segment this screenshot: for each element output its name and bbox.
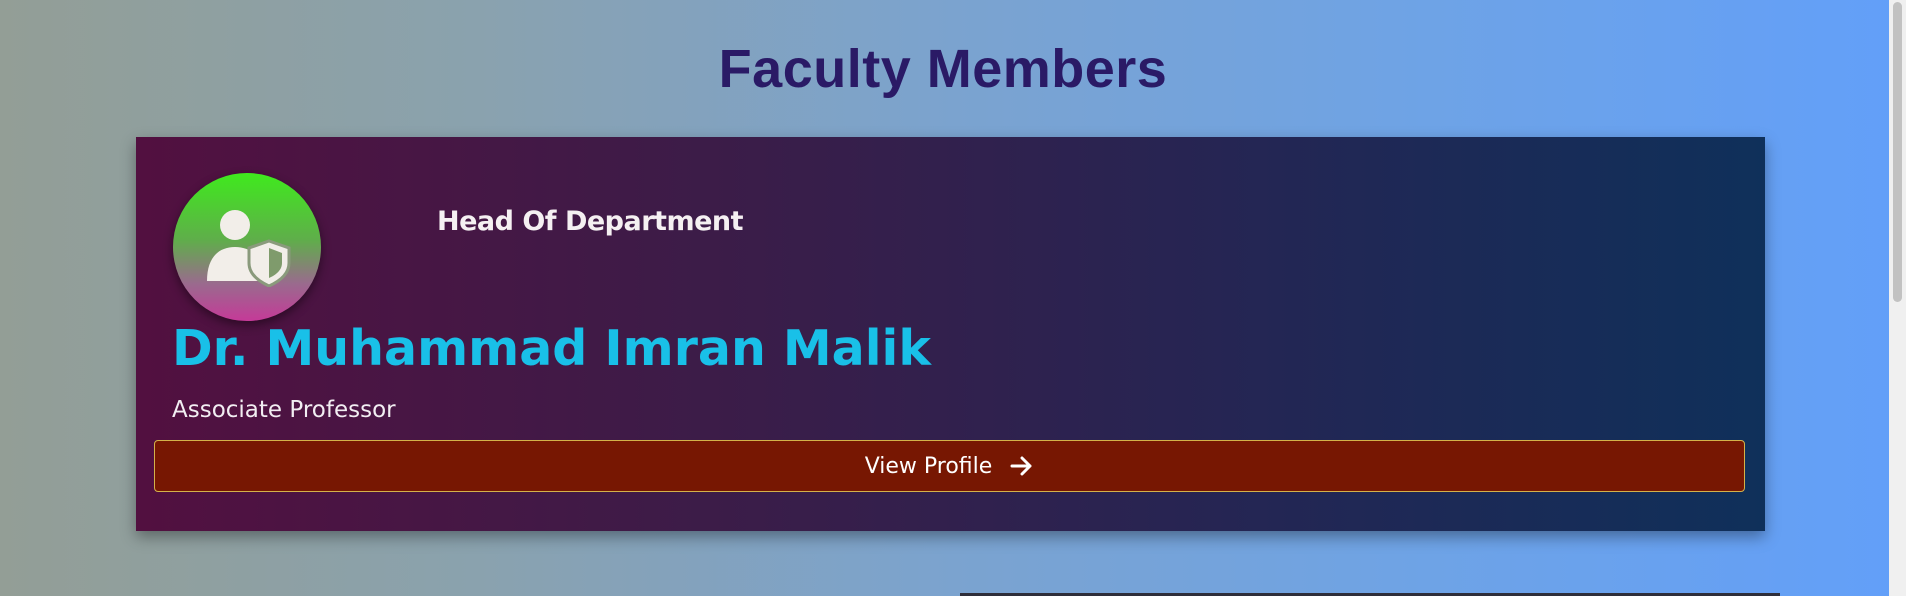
scrollbar-thumb[interactable]	[1893, 2, 1902, 302]
role-label: Head Of Department	[437, 206, 744, 237]
avatar	[173, 173, 321, 321]
faculty-name: Dr. Muhammad Imran Malik	[172, 320, 931, 377]
faculty-card: Head Of Department Dr. Muhammad Imran Ma…	[136, 137, 1765, 531]
arrow-right-icon	[1010, 455, 1034, 477]
user-shield-icon	[207, 210, 291, 287]
scrollbar[interactable]	[1889, 0, 1906, 596]
view-profile-button[interactable]: View Profile	[154, 440, 1745, 492]
designation-label: Associate Professor	[172, 397, 396, 423]
view-profile-label: View Profile	[864, 453, 993, 479]
page-title: Faculty Members	[718, 39, 1168, 99]
